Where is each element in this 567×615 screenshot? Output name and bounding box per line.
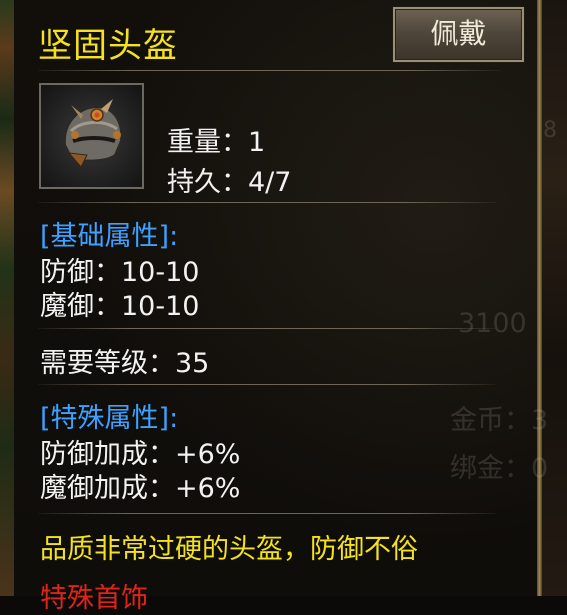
divider-3 — [38, 384, 496, 385]
base-attributes-header: [基础属性]: — [40, 221, 179, 252]
equip-button[interactable]: 佩戴 — [393, 7, 524, 62]
background-left-scene — [0, 0, 14, 596]
magic-defense-text: 魔御：10-10 — [40, 291, 200, 322]
required-level-text: 需要等级：35 — [40, 348, 210, 379]
background-side-number: 8 — [543, 118, 557, 143]
helmet-icon — [63, 99, 123, 168]
item-slot — [39, 83, 144, 189]
background-bound-gold: 绑金：0 — [450, 453, 549, 484]
durability-text: 持久：4/7 — [167, 167, 292, 198]
background-amount: 3100 — [458, 308, 527, 339]
weight-text: 重量：1 — [167, 127, 266, 158]
background-right-scene — [540, 0, 567, 596]
tooltip-frame-right — [537, 0, 542, 596]
item-title: 坚固头盔 — [38, 26, 178, 66]
magic-defense-bonus-text: 魔御加成：+6% — [40, 473, 241, 504]
divider-top — [38, 70, 500, 71]
divider-2 — [38, 328, 496, 329]
special-attributes-header: [特殊属性]: — [40, 403, 179, 434]
divider-1 — [38, 202, 496, 203]
divider-4 — [38, 513, 496, 514]
background-gold: 金币：3 — [450, 405, 549, 436]
item-description: 品质非常过硬的头盔，防御不俗 — [40, 534, 418, 565]
